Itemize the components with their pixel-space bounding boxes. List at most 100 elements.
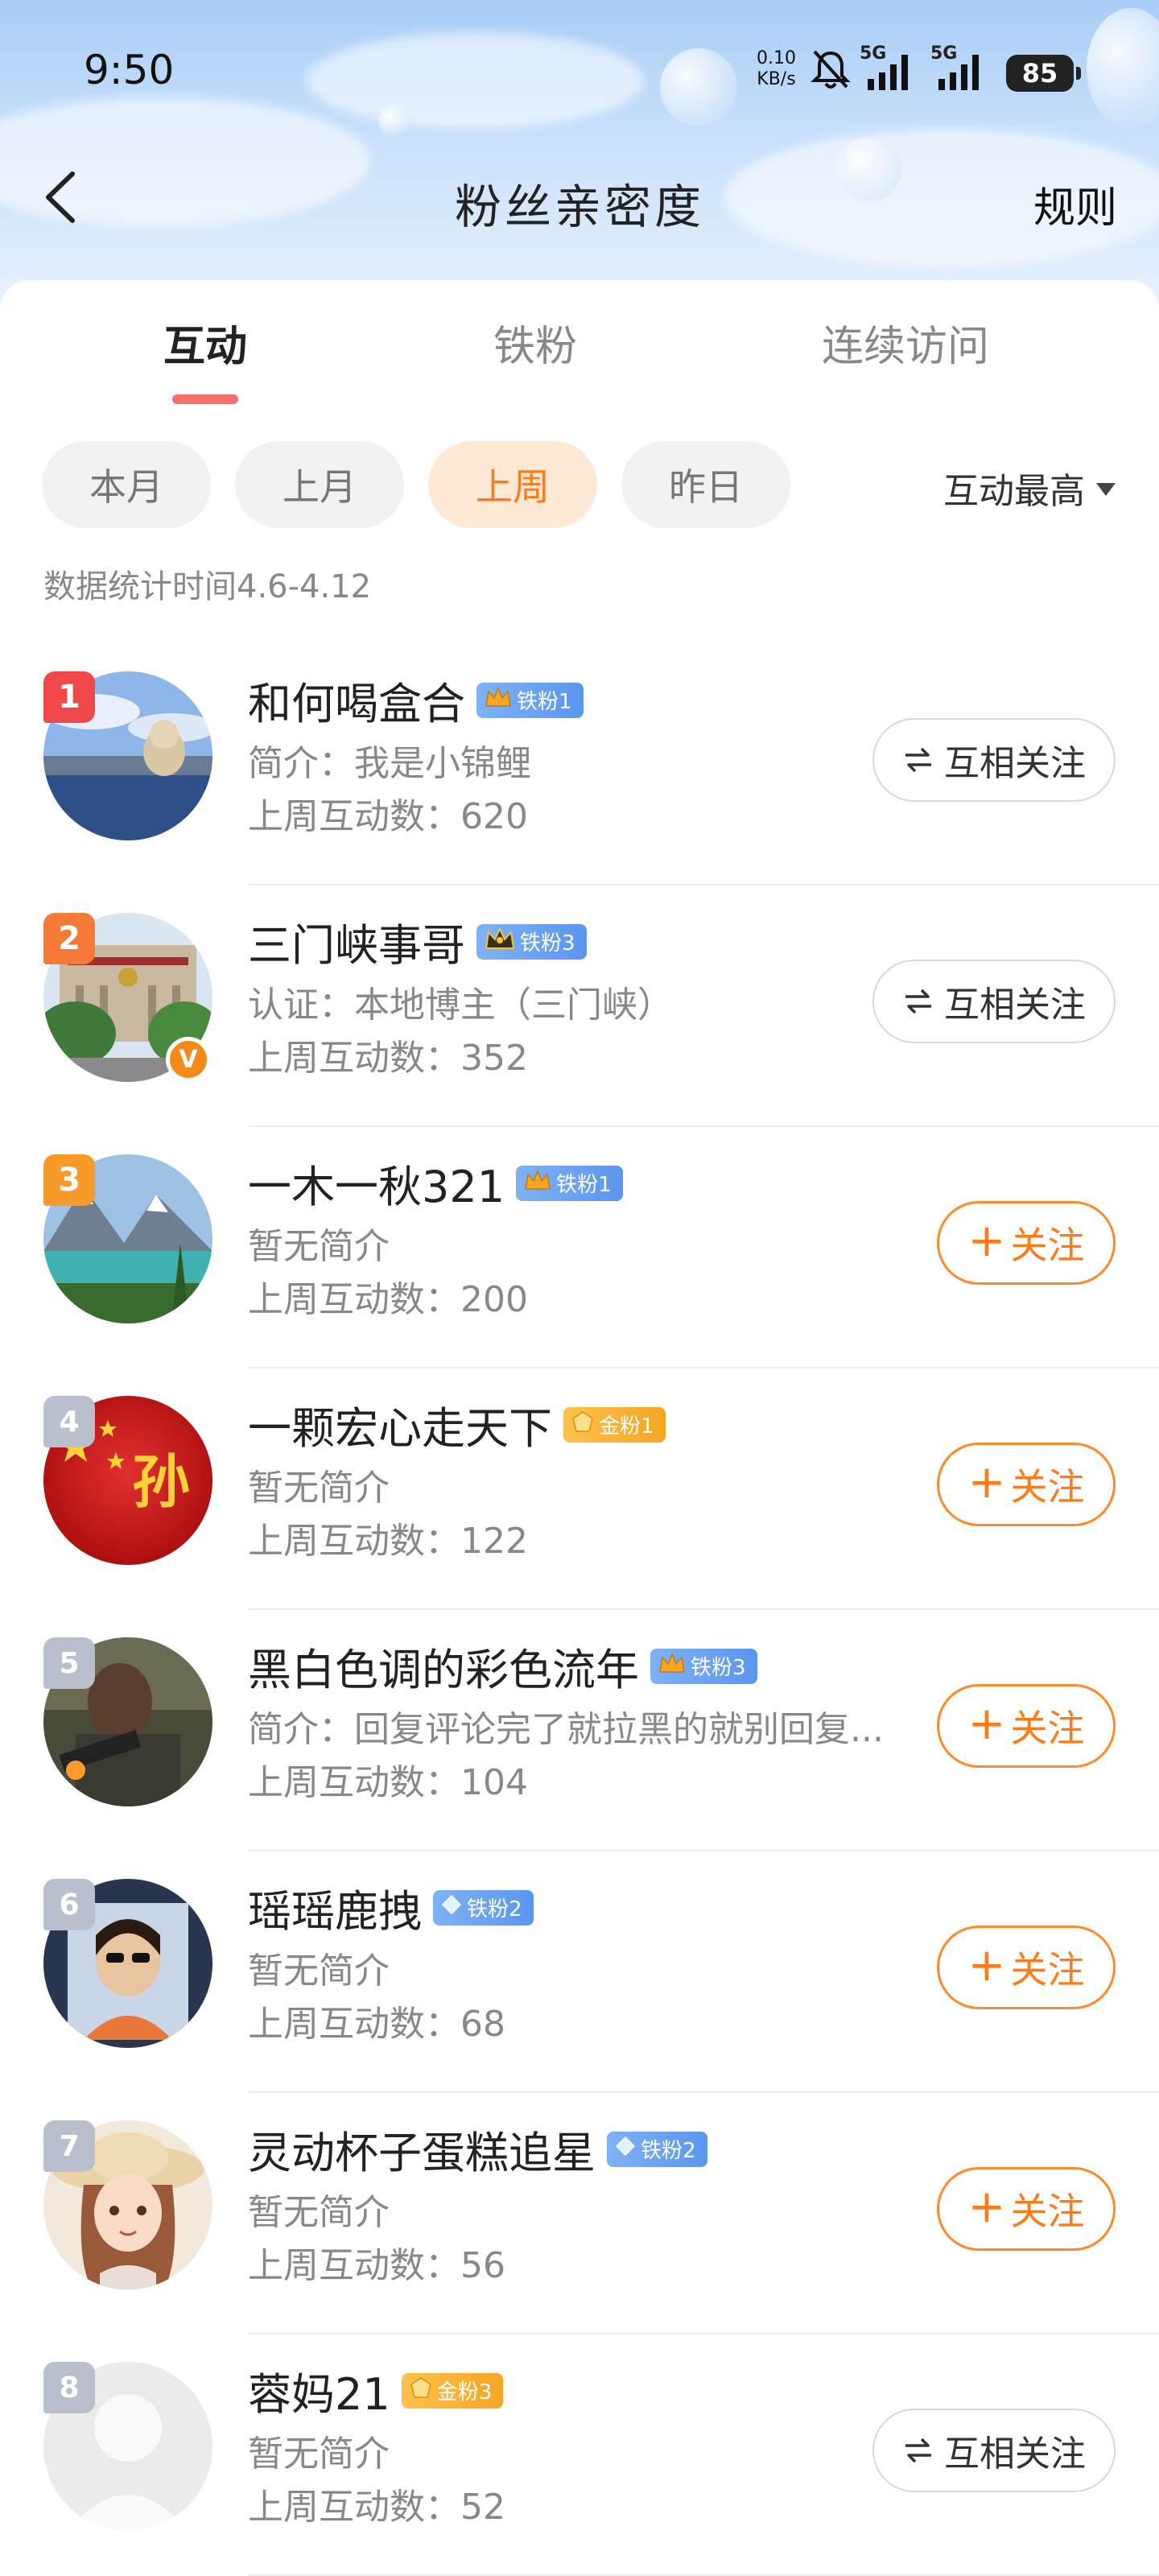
fan-list: 1 和何喝盒合 铁粉1 简介：我是小锦鲤 上周互动数：620 互相关注 2 V … (0, 644, 1159, 2576)
follow-button[interactable]: + 关注 (937, 1926, 1116, 2009)
signal-bars-icon (938, 55, 979, 90)
avatar-character: 孙 (132, 1448, 191, 1516)
signal-bars-icon (868, 55, 908, 90)
fan-level-label: 金粉1 (599, 1414, 654, 1439)
follow-label: 关注 (1010, 1948, 1085, 1992)
interaction-count: 上周互动数：56 (248, 2245, 505, 2286)
mute-bell-icon (810, 50, 851, 89)
active-tab-indicator (172, 394, 238, 404)
list-item[interactable]: 8 蓉妈21 金粉3 暂无简介 上周互动数：52 互相关注 (0, 2334, 1159, 2576)
nickname[interactable]: 灵动杯子蛋糕追星 (248, 2117, 596, 2181)
rank-badge: 3 (43, 1154, 95, 1206)
swap-arrows-icon (905, 989, 931, 1014)
mutual-follow-button[interactable]: 互相关注 (872, 960, 1116, 1043)
fan-level-badge: 铁粉3 (650, 1648, 757, 1684)
time-filter-group: 本月 上月 上周 昨日 互动最高 (0, 441, 1159, 530)
network-speed-unit: KB/s (757, 69, 796, 89)
fan-level-label: 铁粉1 (556, 1173, 612, 1197)
list-item[interactable]: 7 灵动杯子蛋糕追星 铁粉2 暂无简介 上周互动数：56 + 关注 (0, 2093, 1159, 2334)
profile-intro: 暂无简介 (248, 2192, 390, 2233)
tab-iron-fans[interactable]: 铁粉 (451, 312, 620, 373)
nickname-line: 三门峡事哥 铁粉3 (248, 910, 587, 973)
title-bar: 粉丝亲密度 规则 (0, 145, 1159, 258)
filter-last-week[interactable]: 上周 (428, 441, 597, 528)
sort-dropdown[interactable]: 互动最高 (943, 462, 1116, 514)
signal-5g-2: 5G (930, 43, 995, 92)
nickname[interactable]: 蓉妈21 (248, 2359, 390, 2422)
plus-icon: + (967, 2181, 1006, 2233)
interaction-count: 上周互动数：68 (248, 2004, 505, 2045)
rank-badge: 6 (43, 1879, 95, 1930)
follow-button[interactable]: + 关注 (937, 1201, 1116, 1285)
rules-button[interactable]: 规则 (1033, 174, 1117, 234)
status-bar: 9:50 0.10 KB/s 5G 5G 85 (0, 0, 1159, 145)
interaction-count: 上周互动数：52 (248, 2487, 505, 2528)
profile-verification: 认证：本地博主（三门峡） (248, 985, 673, 1026)
nickname-line: 瑶瑶鹿拽 铁粉2 (248, 1876, 534, 1939)
nickname[interactable]: 一颗宏心走天下 (248, 1393, 552, 1456)
status-time: 9:50 (84, 47, 175, 93)
profile-intro: 暂无简介 (248, 2434, 390, 2475)
fan-level-label: 铁粉3 (520, 931, 575, 956)
fan-level-label: 金粉3 (436, 2380, 493, 2405)
follow-button[interactable]: + 关注 (937, 1684, 1116, 1768)
network-speed: 0.10 KB/s (757, 48, 796, 90)
list-item[interactable]: 1 和何喝盒合 铁粉1 简介：我是小锦鲤 上周互动数：620 互相关注 (0, 644, 1159, 886)
follow-label: 关注 (1010, 1224, 1085, 1267)
nickname-line: 一颗宏心走天下 金粉1 (248, 1393, 666, 1456)
mutual-follow-button[interactable]: 互相关注 (872, 718, 1116, 802)
diamond-icon (441, 1894, 462, 1921)
filter-this-month[interactable]: 本月 (42, 441, 211, 528)
list-item[interactable]: 3 一木一秋321 铁粉1 暂无简介 上周互动数：200 + 关注 (0, 1127, 1159, 1368)
rank-badge: 1 (43, 671, 95, 723)
swap-arrows-icon (905, 2438, 931, 2463)
list-item[interactable]: 2 V 三门峡事哥 铁粉3 认证：本地博主（三门峡） 上周互动数：352 互相关… (0, 886, 1159, 1127)
plus-icon: + (967, 1215, 1006, 1267)
nickname[interactable]: 瑶瑶鹿拽 (248, 1876, 422, 1939)
list-item[interactable]: 孙 4 一颗宏心走天下 金粉1 暂无简介 上周互动数：122 + 关注 (0, 1368, 1159, 1610)
nickname[interactable]: 三门峡事哥 (248, 910, 465, 973)
nickname[interactable]: 和何喝盒合 (248, 668, 465, 732)
interaction-count: 上周互动数：122 (248, 1521, 528, 1562)
sort-label: 互动最高 (943, 471, 1085, 512)
crown-icon (658, 1651, 686, 1681)
diamond-icon (615, 2136, 636, 2162)
plus-icon: + (967, 1698, 1006, 1750)
plus-icon: + (967, 1456, 1006, 1509)
tab-continuous-visits[interactable]: 连续访问 (773, 312, 1038, 373)
fan-level-badge: 铁粉2 (433, 1889, 534, 1926)
nickname[interactable]: 一木一秋321 (248, 1151, 505, 1215)
fan-level-badge: 铁粉1 (516, 1165, 623, 1201)
list-item[interactable]: 5 黑白色调的彩色流年 铁粉3 简介：回复评论完了就拉黑的就别回复... 上周互… (0, 1610, 1159, 1852)
interaction-count: 上周互动数：620 (248, 796, 528, 837)
filter-yesterday[interactable]: 昨日 (621, 441, 790, 528)
main-card: 互动 铁粉 连续访问 本月 上月 上周 昨日 互动最高 数据统计时间4.6-4.… (0, 280, 1159, 2576)
nickname[interactable]: 黑白色调的彩色流年 (248, 1634, 639, 1698)
network-speed-value: 0.10 (757, 48, 796, 68)
follow-button[interactable]: + 关注 (937, 1443, 1116, 1526)
fan-level-label: 铁粉3 (691, 1656, 746, 1680)
nickname-line: 蓉妈21 金粉3 (248, 2359, 504, 2422)
signal-5g-1: 5G (860, 43, 924, 92)
fan-level-label: 铁粉2 (641, 2139, 696, 2163)
verified-v-icon: V (166, 1037, 211, 1082)
caret-down-icon (1096, 483, 1116, 496)
follow-button[interactable]: + 关注 (937, 2167, 1116, 2251)
profile-intro: 暂无简介 (248, 1951, 390, 1992)
crown-icon (485, 685, 512, 715)
profile-intro: 简介：回复评论完了就拉黑的就别回复... (248, 1709, 884, 1750)
nickname-line: 灵动杯子蛋糕追星 铁粉2 (248, 2117, 707, 2181)
nickname-line: 黑白色调的彩色流年 铁粉3 (248, 1634, 757, 1698)
tab-interaction[interactable]: 互动 (121, 312, 290, 373)
mutual-follow-button[interactable]: 互相关注 (872, 2409, 1116, 2492)
filter-last-month[interactable]: 上月 (235, 441, 404, 528)
list-item[interactable]: 6 瑶瑶鹿拽 铁粉2 暂无简介 上周互动数：68 + 关注 (0, 1852, 1159, 2093)
profile-intro: 简介：我是小锦鲤 (248, 743, 531, 784)
fan-level-label: 铁粉2 (467, 1897, 522, 1922)
nickname-line: 一木一秋321 铁粉1 (248, 1151, 623, 1215)
profile-intro: 暂无简介 (248, 1226, 390, 1267)
interaction-count: 上周互动数：200 (248, 1279, 528, 1320)
gem-icon (571, 1410, 594, 1439)
nickname-line: 和何喝盒合 铁粉1 (248, 668, 584, 732)
rank-badge: 5 (43, 1637, 95, 1689)
